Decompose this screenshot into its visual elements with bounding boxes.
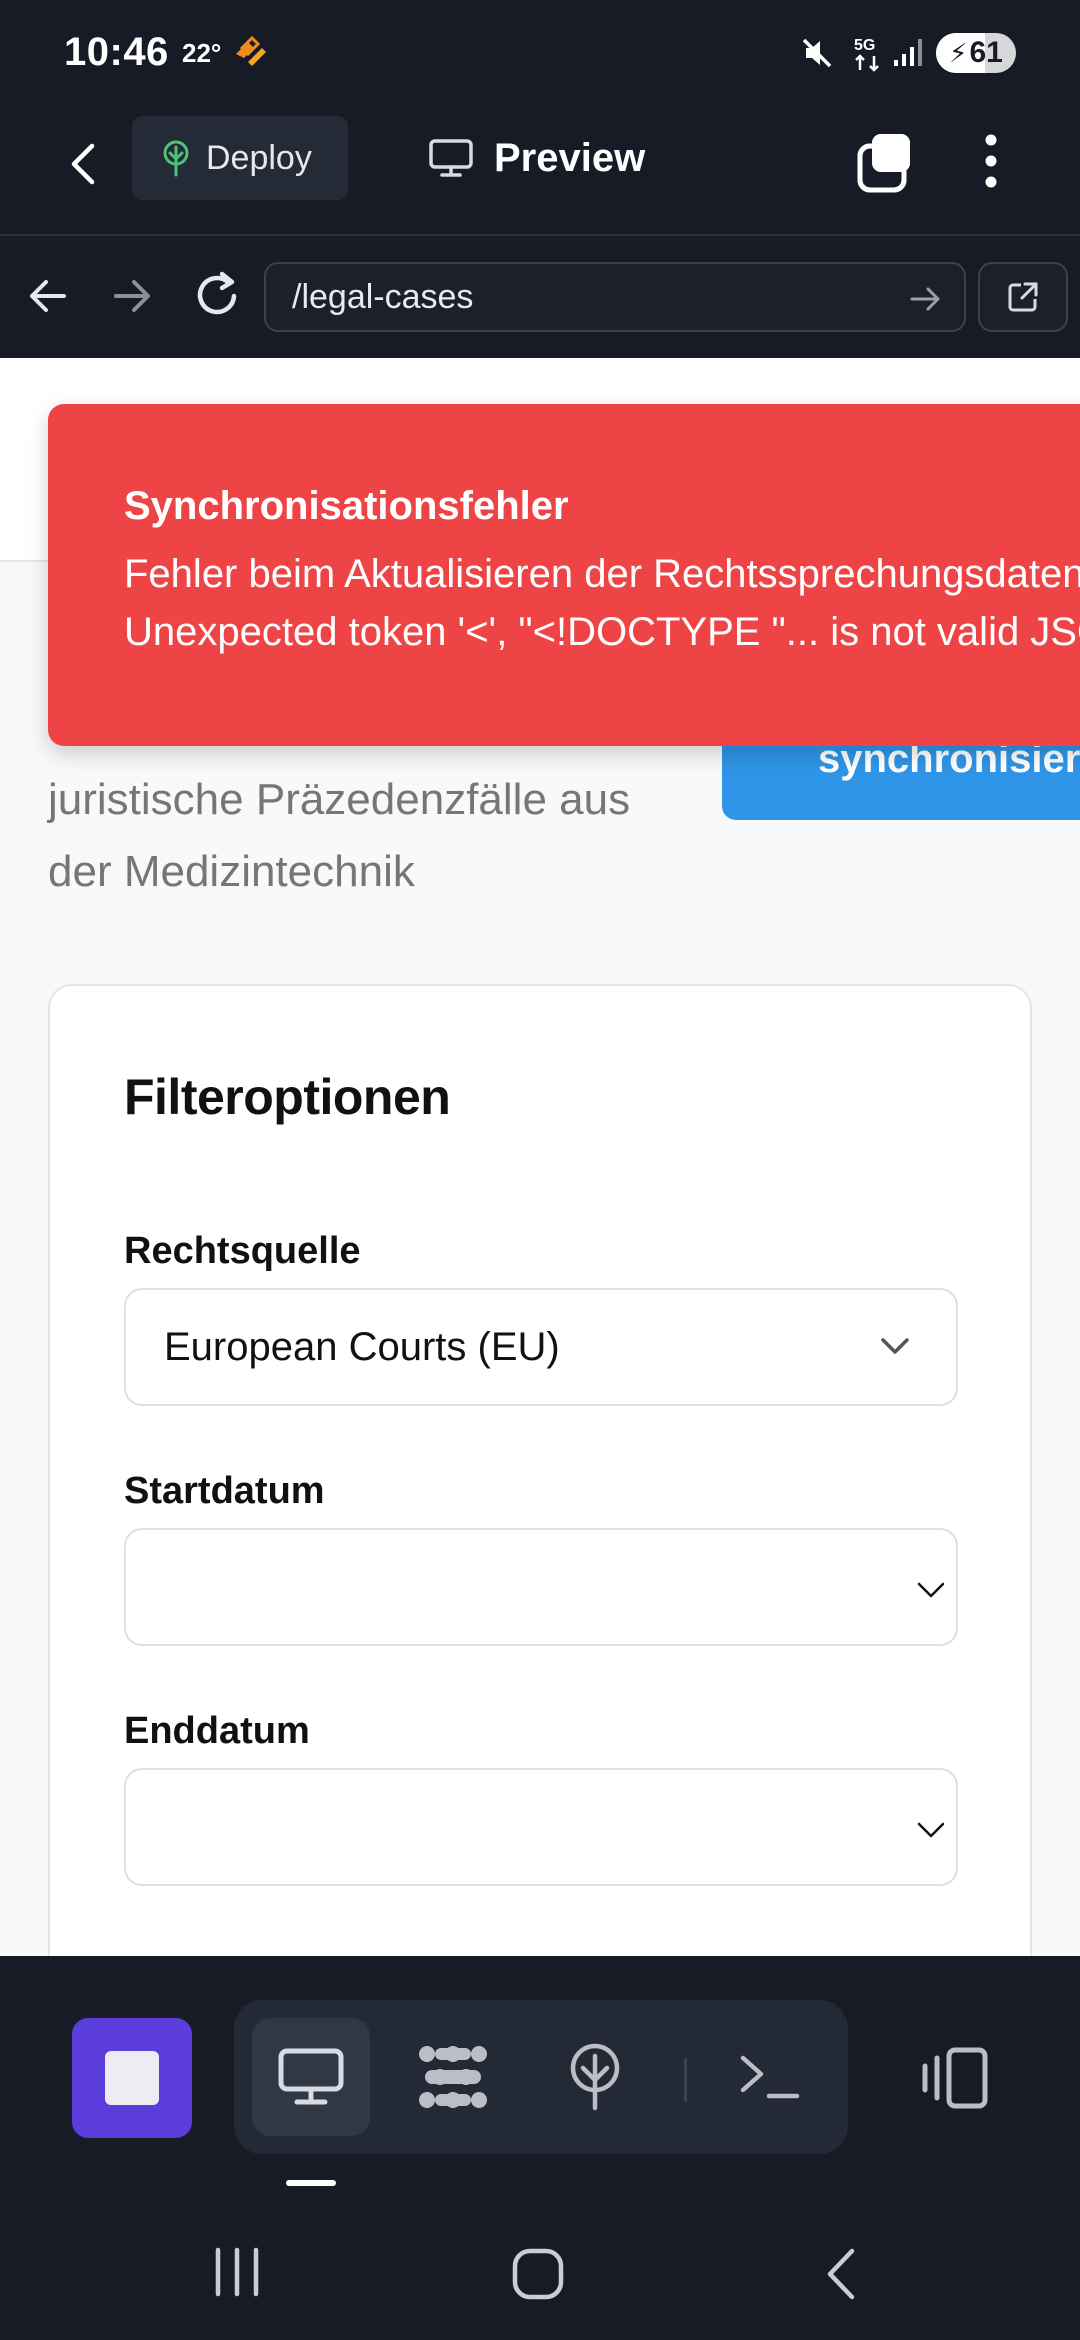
preview-tab[interactable]: Preview: [428, 116, 645, 200]
reload-icon: [197, 271, 237, 315]
terminal-tool-button[interactable]: [710, 2018, 828, 2136]
svg-text:5G: 5G: [854, 37, 875, 54]
start-date-select[interactable]: [124, 1528, 958, 1646]
extensions-tool-button[interactable]: [394, 2018, 512, 2136]
page-subtitle-line-1: juristische Präzedenzfälle aus: [48, 775, 631, 824]
filter-heading: Filteroptionen: [124, 1069, 451, 1125]
signal-icon: [892, 36, 926, 73]
layout-toggle-icon: [922, 2047, 988, 2109]
status-time: 10:46: [64, 30, 169, 74]
more-options-button[interactable]: [966, 126, 1016, 196]
bottom-toolbar: [0, 1956, 1080, 2206]
chevron-down-icon: [917, 1822, 945, 1838]
back-icon: [71, 143, 95, 185]
browser-forward-button[interactable]: [108, 272, 156, 325]
browser-back-button[interactable]: [24, 272, 72, 325]
tool-divider: [684, 2058, 687, 2102]
active-tab-indicator: [286, 2180, 336, 2186]
more-vert-icon: [985, 134, 997, 188]
preview-tool-button[interactable]: [252, 2018, 370, 2136]
end-date-select[interactable]: [124, 1768, 958, 1886]
home-icon: [512, 2248, 564, 2300]
home-button[interactable]: [510, 2246, 566, 2307]
toast-message-line-2: Unexpected token '<', "<!DOCTYPE "... is…: [124, 610, 1080, 654]
go-arrow-icon[interactable]: [908, 282, 942, 316]
layout-toggle-button[interactable]: [900, 2018, 1010, 2138]
open-external-icon: [1008, 282, 1038, 312]
weather-icon: [230, 34, 270, 75]
app-top-bar: Deploy Preview: [0, 108, 1080, 236]
browser-bar: /legal-cases: [0, 236, 1080, 356]
recents-icon: [215, 2247, 259, 2297]
battery-percent: 61: [969, 36, 1003, 69]
deploy-icon: [570, 2043, 620, 2111]
mute-icon: [800, 36, 834, 75]
deploy-tree-icon: [163, 140, 189, 177]
url-text: /legal-cases: [292, 277, 474, 316]
nav-back-icon: [30, 280, 66, 312]
back-button[interactable]: [56, 132, 112, 196]
deploy-button[interactable]: Deploy: [132, 116, 348, 200]
page-subtitle: juristische Präzedenzfälle aus der Mediz…: [48, 764, 728, 908]
extensions-icon: [419, 2046, 487, 2108]
error-toast[interactable]: Synchronisationsfehler Fehler beim Aktua…: [48, 404, 1080, 746]
recents-button[interactable]: [212, 2246, 262, 2303]
source-select-value: European Courts (EU): [164, 1324, 560, 1369]
battery-charging-icon: ⚡: [949, 38, 968, 68]
android-navigation-bar: [0, 2206, 1080, 2340]
monitor-icon: [278, 2048, 344, 2105]
open-external-button[interactable]: [978, 262, 1068, 332]
toast-message-line-1: Fehler beim Aktualisieren der Rechtsspre…: [124, 552, 1080, 596]
tabs-button[interactable]: [850, 126, 920, 196]
chevron-down-icon: [917, 1582, 945, 1598]
nav-forward-icon: [114, 280, 150, 312]
terminal-icon: [740, 2055, 800, 2099]
source-select[interactable]: European Courts (EU): [124, 1288, 958, 1406]
webpage-viewport: juristische Präzedenzfälle aus der Mediz…: [0, 358, 1080, 1956]
source-label: Rechtsquelle: [124, 1230, 361, 1272]
status-bar: 10:46 22° 5G ⚡61: [0, 0, 1080, 108]
reload-button[interactable]: [192, 266, 244, 327]
system-back-icon: [827, 2248, 855, 2300]
tool-group: [234, 2000, 848, 2154]
end-date-label: Enddatum: [124, 1710, 310, 1752]
stop-icon: [105, 2051, 159, 2105]
system-back-button[interactable]: [822, 2246, 862, 2307]
url-input[interactable]: /legal-cases: [264, 262, 966, 332]
start-date-label: Startdatum: [124, 1470, 325, 1512]
toast-title: Synchronisationsfehler: [124, 484, 569, 528]
deploy-label: Deploy: [206, 138, 312, 177]
monitor-icon: [429, 139, 473, 177]
deploy-tool-button[interactable]: [536, 2018, 654, 2136]
preview-label: Preview: [494, 135, 646, 180]
status-temperature: 22°: [182, 38, 222, 68]
tabs-icon: [857, 134, 910, 193]
stop-button[interactable]: [72, 2018, 192, 2138]
network-5g-icon: 5G: [852, 34, 886, 79]
page-subtitle-line-2: der Medizintechnik: [48, 847, 415, 896]
chevron-down-icon: [881, 1338, 909, 1354]
filter-card: Filteroptionen Rechtsquelle European Cou…: [48, 984, 1032, 1956]
battery-indicator: ⚡61: [936, 33, 1016, 73]
